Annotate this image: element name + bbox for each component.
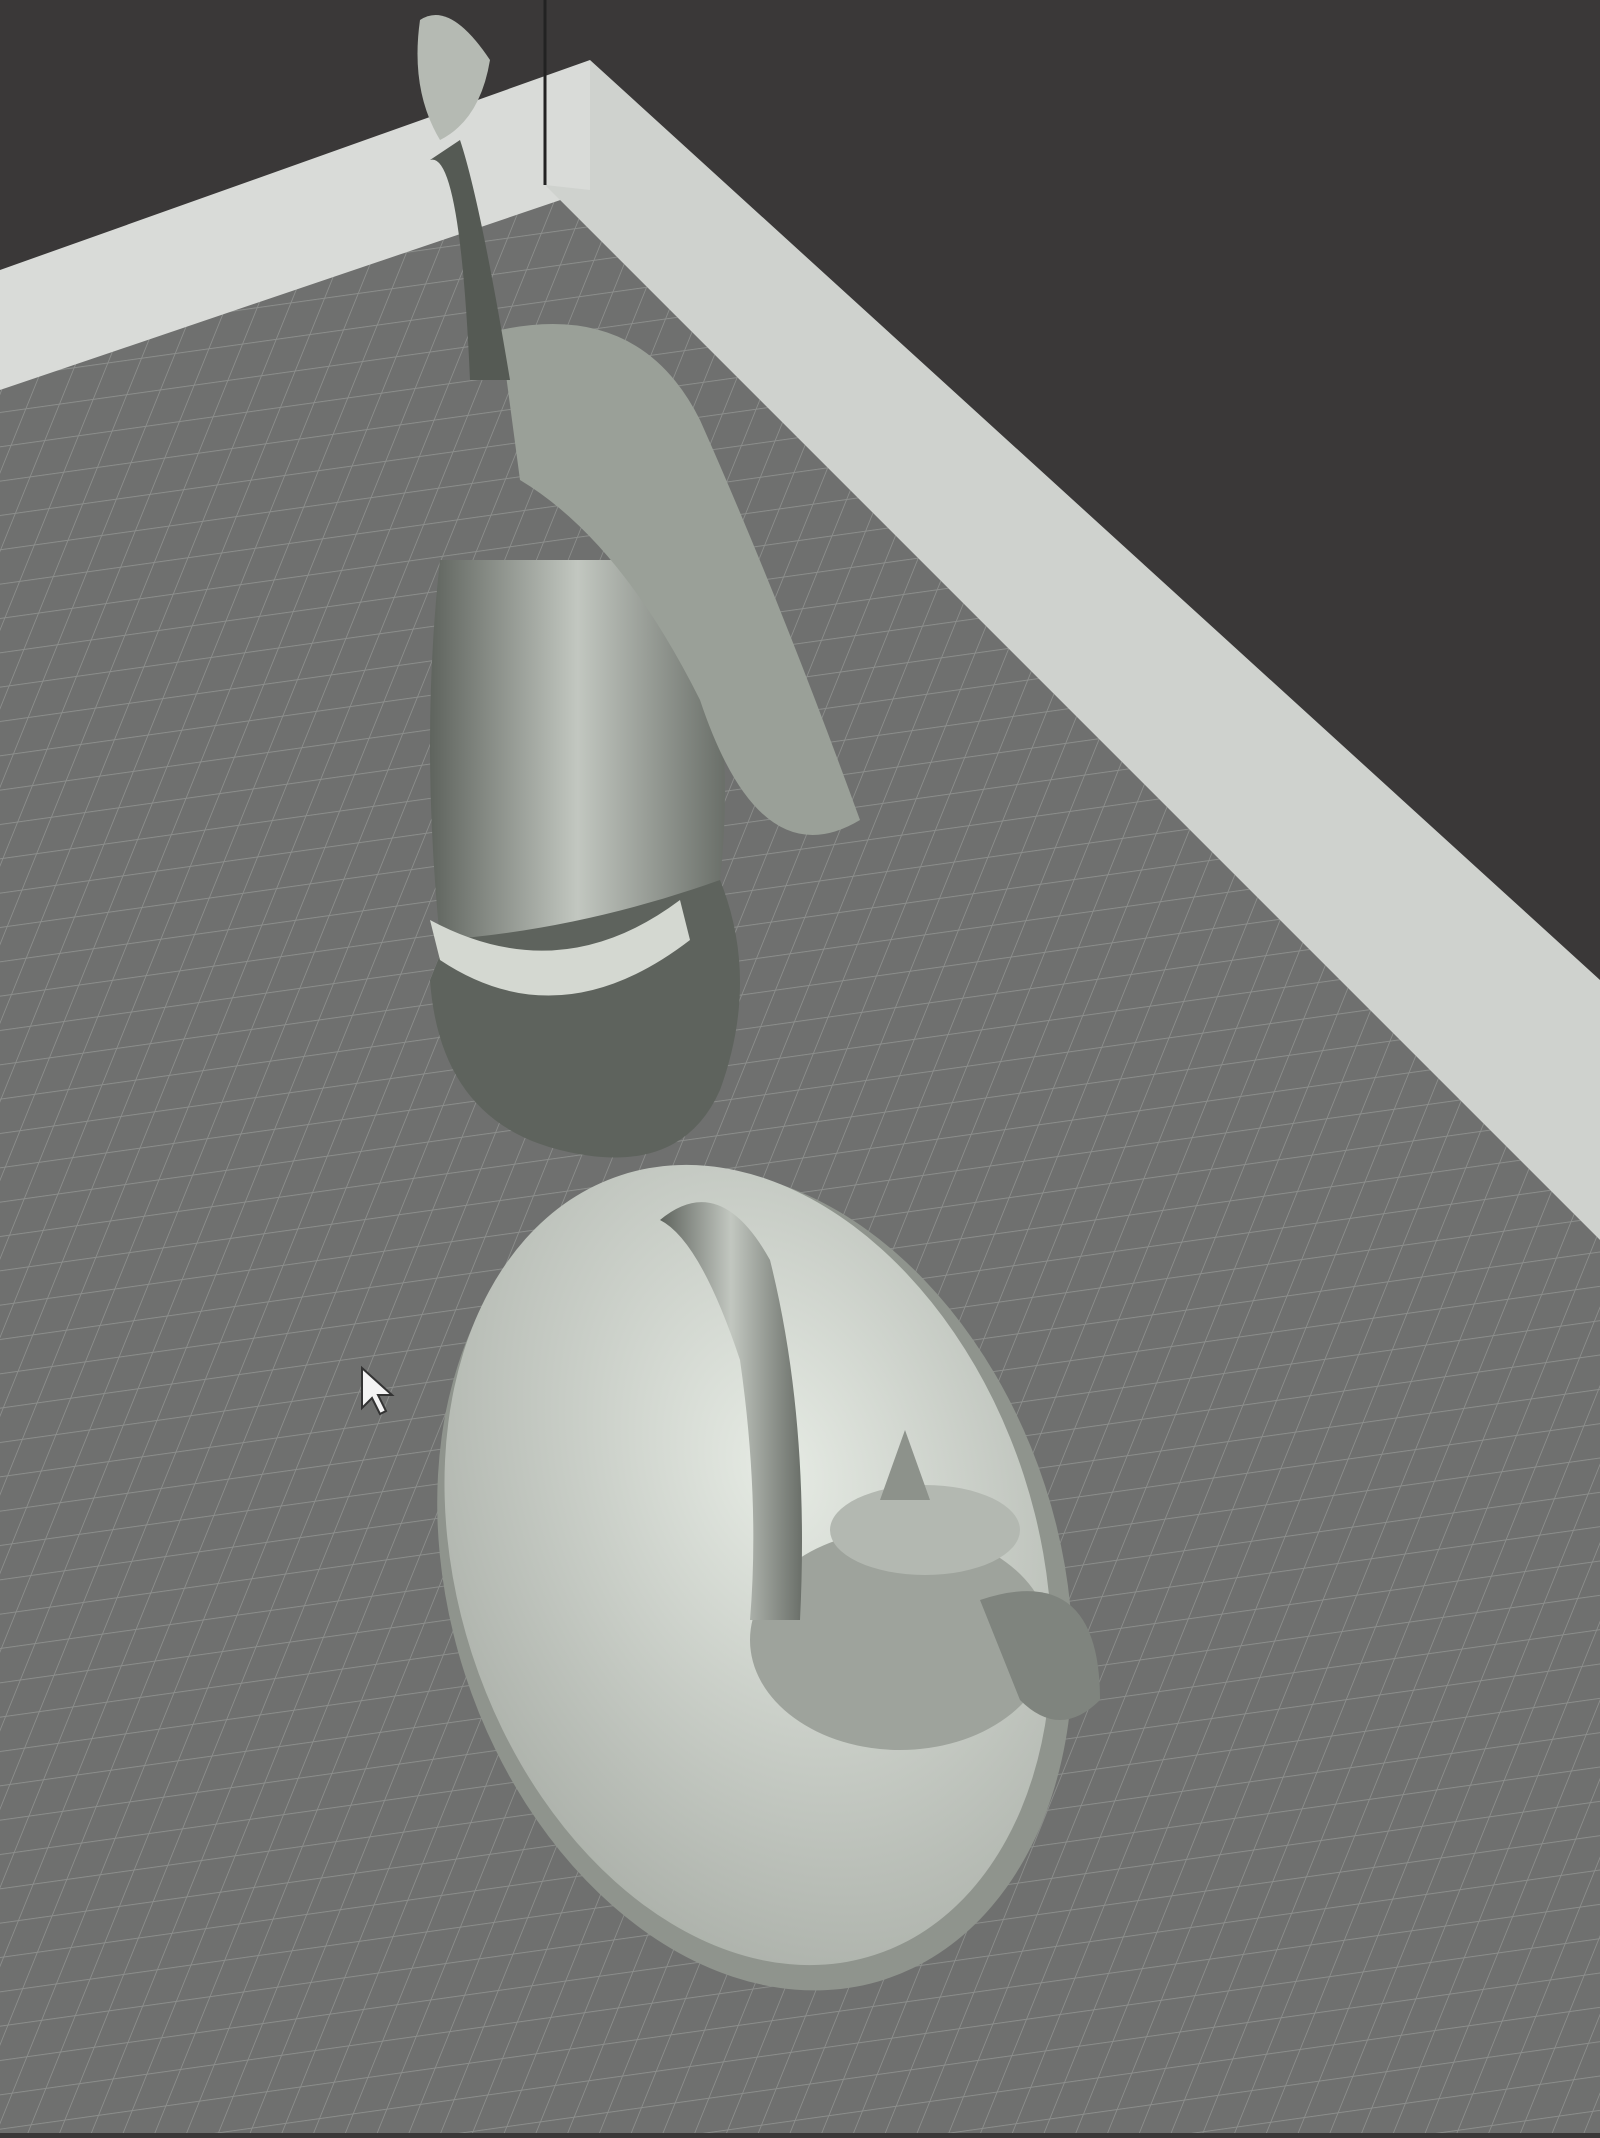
slicer-3d-viewport[interactable]: [0, 0, 1600, 2133]
